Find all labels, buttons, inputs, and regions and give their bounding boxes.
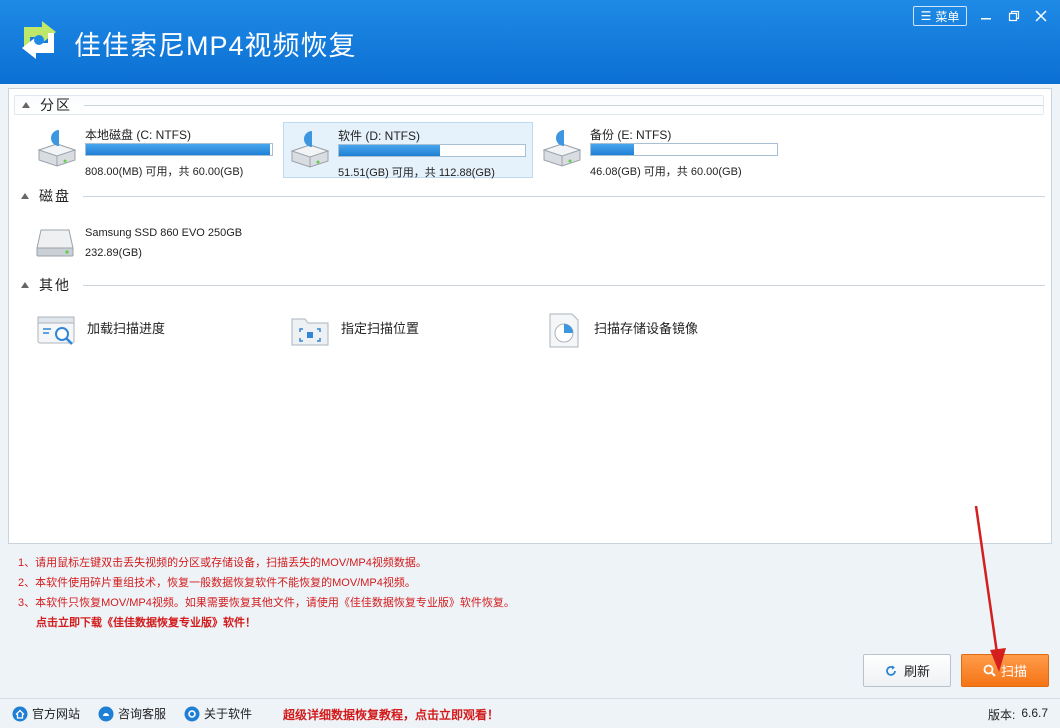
partition-info: 46.08(GB) 可用，共 60.00(GB) [590,166,742,178]
disk-samsung-ssd[interactable]: Samsung SSD 860 EVO 250GB 232.89(GB) [29,220,289,264]
footer-bar: 官方网站 咨询客服 关于软件 超级详细数据恢复教程，点击立即观看！ 版本: 6.… [0,698,1060,728]
partition-c[interactable]: 本地磁盘 (C: NTFS) 808.00(MB) 可用，共 60.00(GB) [31,122,281,178]
about-label: 关于软件 [204,707,253,721]
note-line: 2、本软件使用碎片重组技术，恢复一般数据恢复软件不能恢复的MOV/MP4视频。 [18,577,416,589]
drive-icon [290,131,330,168]
instructions-notes: 1、请用鼠标左键双击丢失视频的分区或存储设备，扫描丢失的MOV/MP4视频数据。… [18,553,515,633]
tutorial-promo-link[interactable]: 超级详细数据恢复教程，点击立即观看！ [283,706,499,723]
disk-image-icon [549,313,579,348]
official-website-link[interactable]: 官方网站 [12,705,80,722]
download-pro-link[interactable]: 点击立即下载《佳佳数据恢复专业版》软件！ [18,613,515,633]
partition-name: 本地磁盘 (C: NTFS) [85,128,191,142]
scan-device-image[interactable]: 扫描存储设备镜像 [538,311,768,351]
scan-label: 扫描 [1000,664,1027,679]
home-icon [12,706,28,721]
app-title: 佳佳索尼MP4视频恢复 [74,31,357,61]
collapse-arrow-icon [21,193,29,199]
version-label: 版本: [988,708,1016,722]
drive-icon [542,130,582,167]
partition-name: 备份 (E: NTFS) [590,128,672,142]
divider [83,195,1045,197]
search-icon [983,664,996,677]
menu-button[interactable]: ☰ 菜单 [913,6,967,26]
settings-icon [184,706,200,721]
refresh-button[interactable]: 刷新 [863,654,951,687]
note-line: 1、请用鼠标左键双击丢失视频的分区或存储设备，扫描丢失的MOV/MP4视频数据。 [18,557,427,569]
collapse-arrow-icon [21,282,29,288]
note-line: 3、本软件只恢复MOV/MP4视频。如果需要恢复其他文件，请使用《佳佳数据恢复专… [18,597,515,609]
section-label: 磁盘 [39,188,71,204]
other-item-label: 加载扫描进度 [87,321,166,336]
section-label: 分区 [40,97,72,113]
specify-scan-location[interactable]: 指定扫描位置 [285,311,515,351]
version-number: 6.6.7 [1021,706,1049,720]
scan-button[interactable]: 扫描 [961,654,1049,687]
close-button[interactable] [1030,6,1052,26]
website-label: 官方网站 [32,707,81,721]
restore-icon [1008,10,1020,22]
device-panel: 分区 本地磁盘 (C: NTFS) 808.00(MB) 可用，共 60.00(… [8,88,1052,544]
menu-icon: ☰ [920,9,932,23]
folder-target-icon [291,318,329,346]
refresh-icon [886,665,896,676]
menu-label: 菜单 [935,9,960,24]
load-progress-icon [37,316,75,345]
usage-bar [590,143,778,156]
partition-info: 51.51(GB) 可用，共 112.88(GB) [338,167,495,179]
about-software-link[interactable]: 关于软件 [184,705,252,722]
divider [83,284,1045,286]
drive-icon [37,130,77,167]
partition-e[interactable]: 备份 (E: NTFS) 46.08(GB) 可用，共 60.00(GB) [536,122,786,178]
hard-disk-icon [36,229,74,257]
version-info: 版本: 6.6.7 [988,706,1048,723]
app-logo-icon [22,21,56,59]
restore-button[interactable] [1003,6,1025,26]
collapse-arrow-icon [22,102,30,108]
partition-d[interactable]: 软件 (D: NTFS) 51.51(GB) 可用，共 112.88(GB) [283,122,533,179]
partition-name: 软件 (D: NTFS) [338,129,420,143]
other-item-label: 指定扫描位置 [341,321,420,336]
minimize-icon [981,18,991,20]
disk-section-header[interactable]: 磁盘 [21,186,1045,206]
disk-size: 232.89(GB) [85,247,142,259]
disk-name: Samsung SSD 860 EVO 250GB [85,227,243,239]
close-icon [1035,10,1047,22]
minimize-button[interactable] [975,6,997,26]
support-icon [98,706,114,721]
usage-bar [85,143,273,156]
refresh-label: 刷新 [903,664,930,679]
load-scan-progress[interactable]: 加载扫描进度 [31,311,261,351]
usage-bar [338,144,526,157]
customer-service-link[interactable]: 咨询客服 [98,705,166,722]
partition-info: 808.00(MB) 可用，共 60.00(GB) [85,166,244,178]
partition-section-header[interactable]: 分区 [14,95,1044,115]
section-label: 其他 [39,277,71,293]
title-bar: 佳佳索尼MP4视频恢复 ☰ 菜单 [0,0,1060,84]
other-section-header[interactable]: 其他 [21,275,1045,295]
other-item-label: 扫描存储设备镜像 [594,321,699,336]
divider [84,104,1043,106]
support-label: 咨询客服 [118,707,167,721]
